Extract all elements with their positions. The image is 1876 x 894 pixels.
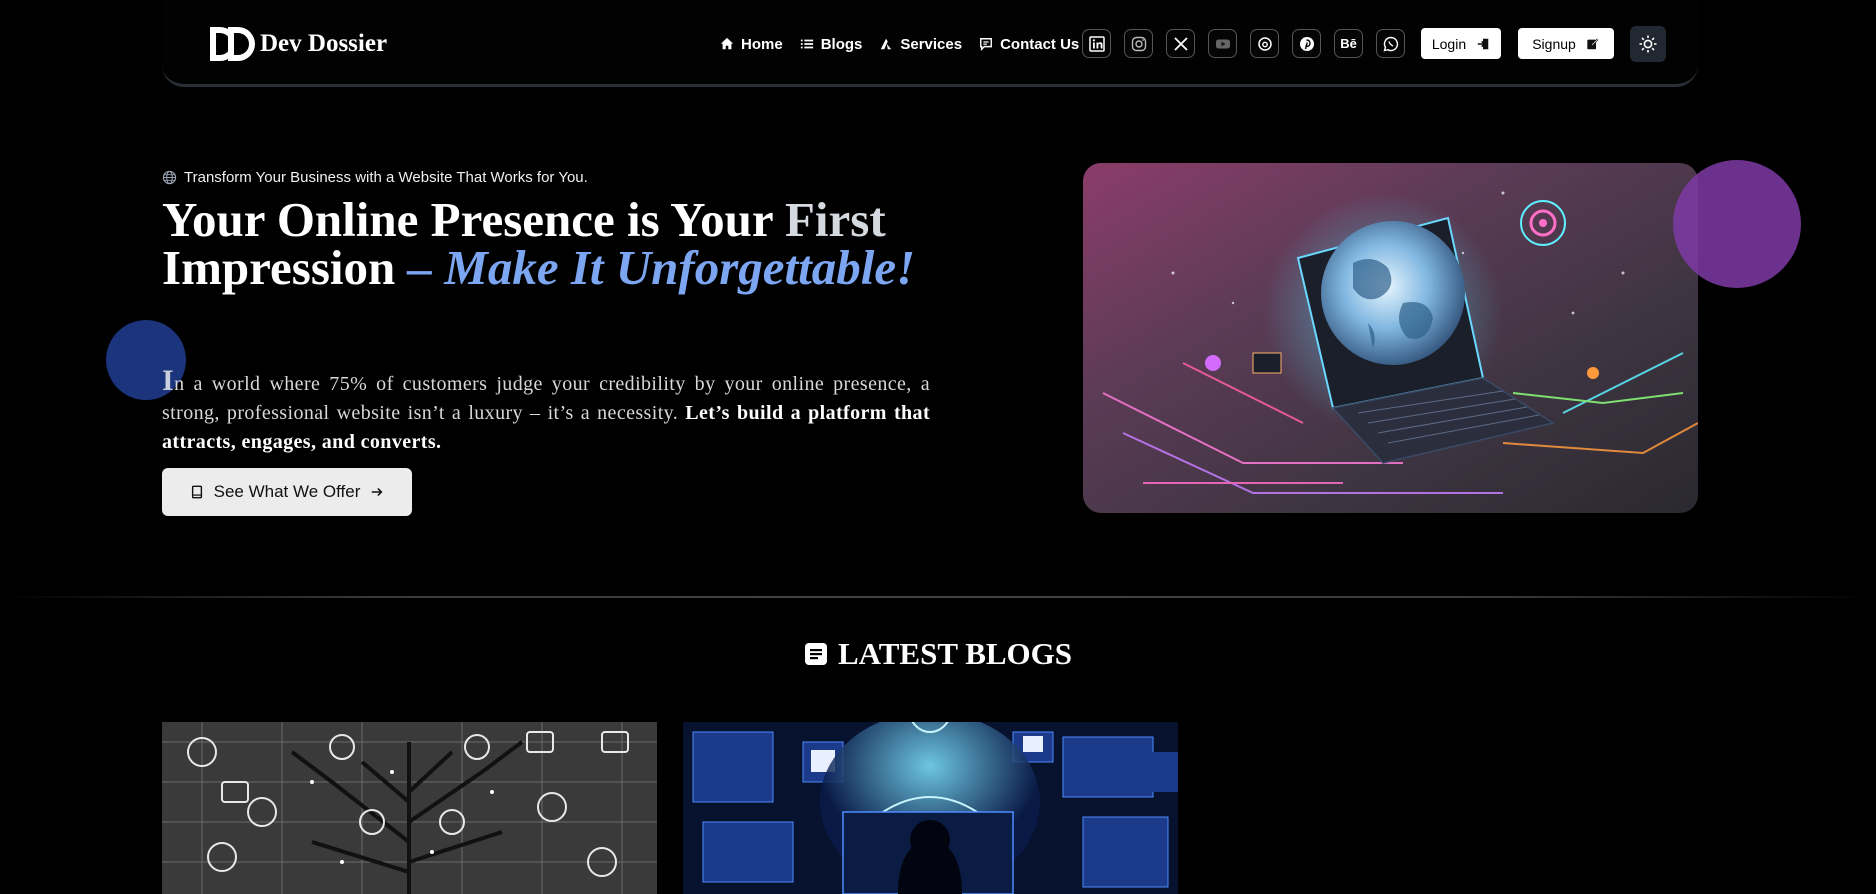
latest-blogs-heading: LATEST BLOGS (0, 636, 1876, 672)
title-part2: First (784, 192, 886, 247)
nav-links: Home Blogs Services Contact Us (720, 31, 1096, 57)
decorative-blob-purple (1673, 160, 1801, 288)
see-what-we-offer-button[interactable]: See What We Offer (162, 468, 412, 516)
section-divider (0, 596, 1876, 598)
hero-title: Your Online Presence is Your First Impres… (162, 195, 942, 295)
nav-contact[interactable]: Contact Us (979, 36, 1079, 53)
whatsapp-icon (1383, 36, 1398, 51)
login-icon (1477, 38, 1489, 49)
instagram-button[interactable] (1124, 29, 1153, 58)
arrow-right-icon (372, 487, 383, 497)
login-button[interactable]: Login (1421, 28, 1501, 59)
threads-icon (1257, 36, 1272, 51)
logo-mark-icon (206, 24, 258, 64)
nav-contact-label: Contact Us (1000, 35, 1080, 53)
linkedin-button[interactable] (1082, 29, 1111, 58)
linkedin-icon (1088, 35, 1105, 52)
book-icon (191, 485, 202, 499)
youtube-button[interactable] (1208, 29, 1237, 58)
list-icon (800, 39, 813, 49)
nav-blogs-label: Blogs (820, 35, 863, 53)
x-button[interactable] (1166, 29, 1195, 58)
drop-cap: I (162, 364, 175, 397)
tech-tree-network-image (162, 722, 657, 894)
title-part1: Your Online Presence is Your (162, 192, 785, 247)
threads-button[interactable] (1250, 29, 1279, 58)
instagram-icon (1131, 36, 1146, 51)
brand-name: Dev Dossier (260, 30, 388, 57)
document-icon (804, 643, 827, 665)
latest-blogs-title: LATEST BLOGS (837, 636, 1073, 671)
navbar: Dev Dossier Home Blogs Services Contact … (162, 0, 1698, 87)
pinterest-icon (1299, 36, 1314, 51)
cyber-hologram-image (683, 722, 1178, 894)
logo[interactable]: Dev Dossier (206, 24, 387, 64)
youtube-icon (1215, 39, 1230, 48)
tagline-text: Transform Your Business with a Website T… (184, 169, 588, 186)
globe-icon (162, 170, 177, 185)
nav-services[interactable]: Services (879, 36, 962, 53)
hero-tagline: Transform Your Business with a Website T… (162, 169, 588, 186)
login-label: Login (1431, 35, 1467, 52)
behance-button[interactable]: Bē (1334, 29, 1363, 58)
hero-image (1083, 163, 1698, 513)
title-accent: – Make It Unforgettable! (407, 240, 916, 295)
nav-blogs[interactable]: Blogs (800, 35, 863, 53)
chat-icon (980, 38, 993, 51)
sun-icon (1639, 35, 1657, 53)
theme-toggle-button[interactable] (1630, 26, 1666, 62)
social-links: Bē (1082, 29, 1418, 58)
nav-home[interactable]: Home (720, 36, 783, 53)
cta-label: See What We Offer (213, 482, 361, 501)
pinterest-button[interactable] (1292, 29, 1321, 58)
signup-button[interactable]: Signup (1518, 28, 1614, 59)
laptop-globe-illustration (1083, 163, 1698, 513)
behance-icon: Bē (1340, 36, 1357, 51)
services-icon (881, 38, 892, 50)
edit-icon (1587, 38, 1599, 49)
signup-label: Signup (1532, 35, 1576, 52)
home-icon (720, 37, 734, 50)
nav-home-label: Home (741, 35, 783, 53)
x-icon (1173, 36, 1188, 51)
blog-card[interactable] (683, 722, 1178, 894)
whatsapp-button[interactable] (1376, 29, 1405, 58)
title-part3: Impression (162, 240, 408, 295)
blog-card[interactable] (162, 722, 657, 894)
hero-paragraph: In a world where 75% of customers judge … (162, 366, 930, 457)
nav-services-label: Services (900, 35, 963, 53)
